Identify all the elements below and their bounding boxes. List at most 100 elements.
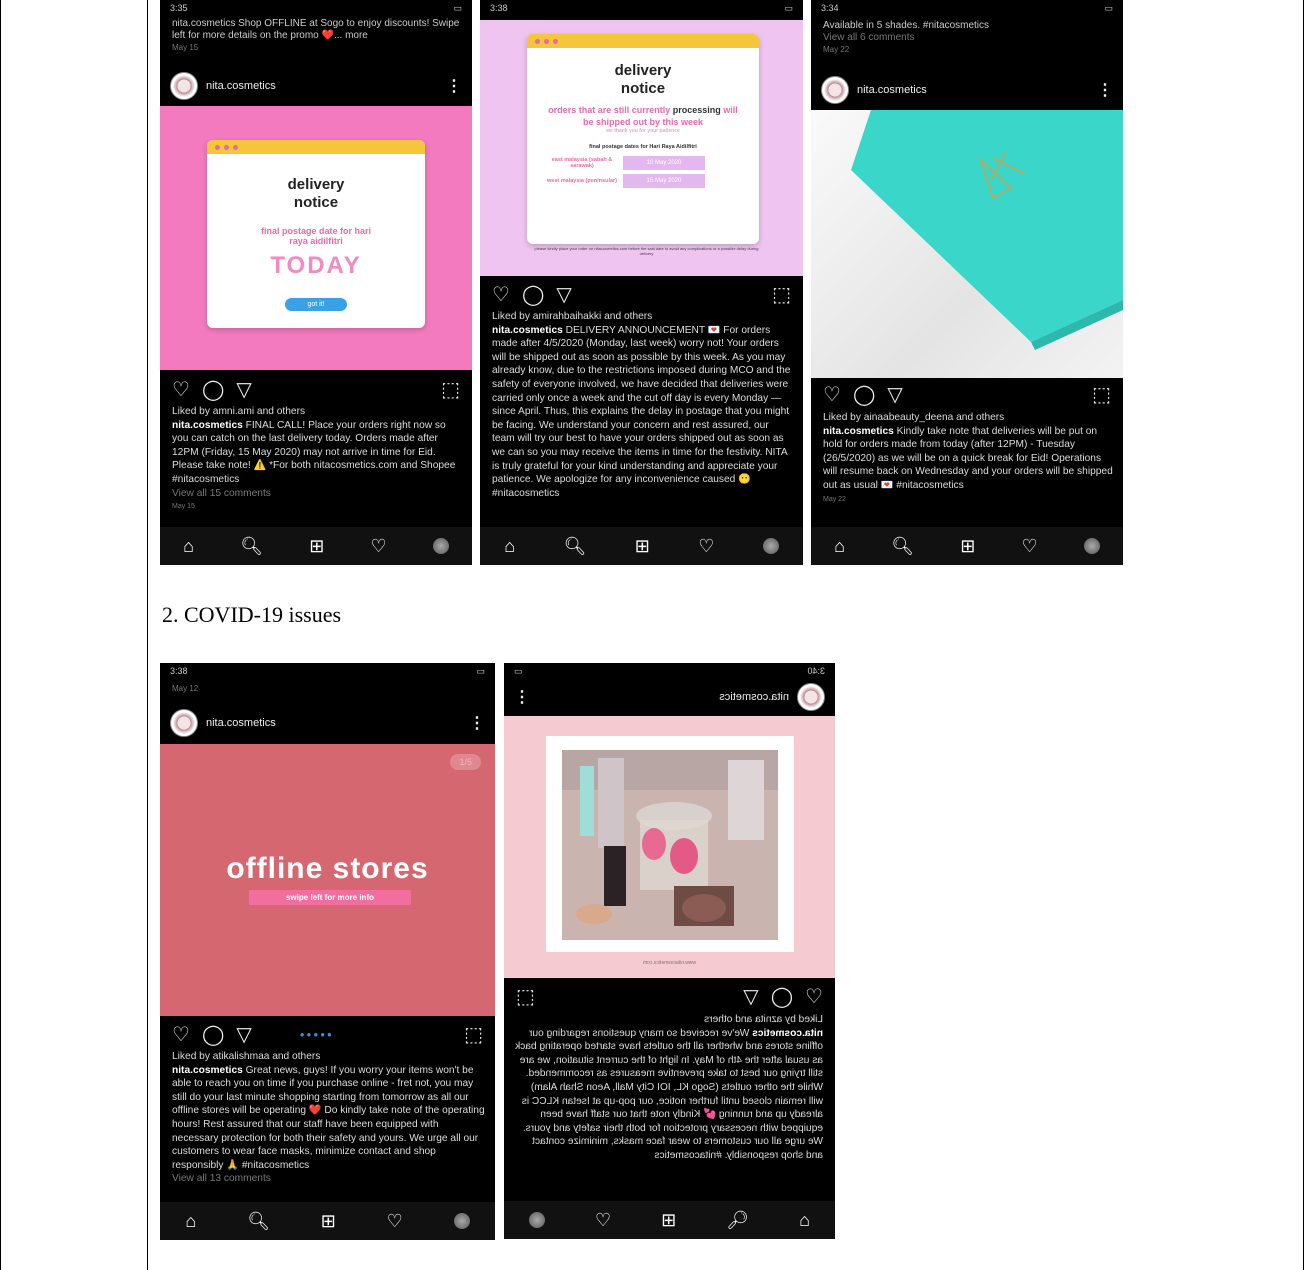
- caption-username[interactable]: nita.cosmetics: [752, 1028, 823, 1039]
- previous-comments[interactable]: View all 6 comments: [823, 32, 915, 43]
- comment-icon[interactable]: ◯: [771, 984, 793, 1009]
- send-icon[interactable]: ▽: [556, 282, 571, 307]
- avatar[interactable]: [821, 76, 849, 104]
- liked-by: Liked by atikalishmaa and others: [172, 1051, 321, 1062]
- status-time: 3:40: [807, 666, 825, 676]
- post-actions: ♡ ◯ ▽ ●●●●● ⬚: [160, 1021, 495, 1047]
- add-icon[interactable]: ⊞: [960, 536, 975, 557]
- view-comments[interactable]: View all 15 comments: [172, 487, 462, 501]
- username[interactable]: nita.cosmetics: [206, 80, 446, 92]
- west-label: west malaysia (peninsular): [547, 178, 617, 184]
- got-it-button[interactable]: got it!: [285, 298, 347, 311]
- caption-text: Great news, guys! If you worry your item…: [172, 1064, 485, 1171]
- screenshot-post-3: 3:34 ▭ Available in 5 shades. #nitacosmet…: [811, 0, 1123, 565]
- status-time: 3:38: [490, 3, 508, 13]
- bookmark-icon[interactable]: ⬚: [516, 984, 535, 1009]
- bookmark-icon[interactable]: ⬚: [772, 282, 791, 307]
- send-icon[interactable]: ▽: [743, 984, 758, 1009]
- more-options-icon[interactable]: ⋮: [1097, 80, 1113, 100]
- caption-username[interactable]: nita.cosmetics: [172, 420, 243, 431]
- add-icon[interactable]: ⊞: [635, 536, 650, 557]
- bookmark-icon[interactable]: ⬚: [441, 377, 460, 402]
- post-caption: Liked by aznita and others nita.cosmetic…: [514, 1013, 823, 1163]
- heart-icon[interactable]: ♡: [805, 984, 823, 1009]
- avatar[interactable]: [170, 709, 198, 737]
- east-label: east malaysia (sabah & sarawak): [551, 157, 613, 169]
- add-icon[interactable]: ⊞: [661, 1210, 676, 1231]
- profile-avatar[interactable]: [1083, 538, 1100, 554]
- home-icon[interactable]: ⌂: [799, 1210, 810, 1231]
- bottom-nav: ⌂ 🔍︎ ⊞ ♡: [160, 1202, 495, 1240]
- caption-text: DELIVERY ANNOUNCEMENT 💌 For orders made …: [492, 324, 791, 499]
- username[interactable]: nita.cosmetics: [857, 84, 1097, 96]
- heart-icon[interactable]: ♡: [492, 282, 510, 307]
- card-message: orders that are still currently processi…: [543, 104, 743, 128]
- send-icon[interactable]: ▽: [236, 1022, 251, 1047]
- activity-heart-icon[interactable]: ♡: [371, 536, 387, 557]
- post-header: nita.cosmetics ⋮: [160, 705, 495, 741]
- liked-by: Liked by amni.ami and others: [172, 406, 306, 417]
- add-icon[interactable]: ⊞: [321, 1211, 336, 1232]
- table-border-left: [0, 0, 1, 1270]
- heart-icon[interactable]: ♡: [172, 377, 190, 402]
- username[interactable]: nita.cosmetics: [530, 691, 789, 703]
- more-options-icon[interactable]: ⋮: [446, 76, 462, 96]
- bottom-nav: ⌂ 🔍︎ ⊞ ♡: [504, 1201, 835, 1239]
- activity-heart-icon[interactable]: ♡: [595, 1210, 611, 1231]
- comment-icon[interactable]: ◯: [522, 282, 544, 307]
- table-border-right: [1303, 0, 1304, 1270]
- profile-avatar[interactable]: [762, 538, 779, 554]
- profile-avatar[interactable]: [453, 1213, 470, 1229]
- post-caption: Liked by atikalishmaa and others nita.co…: [172, 1050, 485, 1186]
- battery-icon: ▭: [514, 666, 523, 676]
- view-comments[interactable]: View all 13 comments: [172, 1172, 485, 1186]
- search-icon[interactable]: 🔍︎: [563, 536, 586, 557]
- screenshot-post-1: 3:35 ▭ nita.cosmetics Shop OFFLINE at Sog…: [160, 0, 472, 565]
- send-icon[interactable]: ▽: [887, 382, 902, 407]
- avatar[interactable]: [797, 683, 825, 711]
- search-icon[interactable]: 🔍︎: [247, 1211, 270, 1232]
- bookmark-icon[interactable]: ⬚: [464, 1022, 483, 1047]
- offline-stores-title: offline stores: [226, 852, 429, 885]
- bottom-nav: ⌂ 🔍︎ ⊞ ♡: [160, 527, 472, 565]
- caption-username[interactable]: nita.cosmetics: [172, 1065, 243, 1076]
- comment-icon[interactable]: ◯: [202, 377, 224, 402]
- delivery-notice-card: delivery notice final postage date for h…: [207, 140, 425, 328]
- comment-icon[interactable]: ◯: [853, 382, 875, 407]
- west-date: 15 May 2020: [623, 174, 705, 188]
- add-icon[interactable]: ⊞: [309, 536, 324, 557]
- search-icon[interactable]: 🔍︎: [891, 536, 914, 557]
- home-icon[interactable]: ⌂: [504, 536, 515, 557]
- east-row: east malaysia (sabah & sarawak) 10 May 2…: [547, 156, 739, 170]
- screenshot-post-2: 3:38 ▭ delivery notice orders that are st…: [480, 0, 803, 565]
- more-options-icon[interactable]: ⋮: [514, 687, 530, 707]
- username[interactable]: nita.cosmetics: [206, 717, 469, 729]
- post-image: www.nitacosmetics.com: [504, 716, 835, 978]
- search-icon[interactable]: 🔍︎: [240, 536, 263, 557]
- activity-heart-icon[interactable]: ♡: [387, 1211, 403, 1232]
- card-footnote: please kindly place your order on nitaco…: [534, 246, 759, 256]
- home-icon[interactable]: ⌂: [834, 536, 845, 557]
- home-icon[interactable]: ⌂: [183, 536, 194, 557]
- heart-icon[interactable]: ♡: [172, 1022, 190, 1047]
- home-icon[interactable]: ⌂: [185, 1211, 196, 1232]
- liked-by: Liked by amirahbaihakki and others: [492, 311, 653, 322]
- more-options-icon[interactable]: ⋮: [469, 713, 485, 733]
- screenshot-post-5-mirrored: 3:40 ▭ nita.cosmetics ⋮ www.nitacosmetic…: [504, 663, 835, 1239]
- comment-icon[interactable]: ◯: [202, 1022, 224, 1047]
- caption-username[interactable]: nita.cosmetics: [823, 426, 894, 437]
- caption-username[interactable]: nita.cosmetics: [492, 325, 563, 336]
- bookmark-icon[interactable]: ⬚: [1092, 382, 1111, 407]
- caption-text: We've received so many questions regardi…: [515, 1027, 823, 1161]
- heart-icon[interactable]: ♡: [823, 382, 841, 407]
- profile-avatar[interactable]: [529, 1212, 546, 1228]
- card-top-bar: [527, 34, 759, 48]
- profile-avatar[interactable]: [432, 538, 449, 554]
- search-icon[interactable]: 🔍︎: [726, 1210, 749, 1231]
- avatar[interactable]: [170, 72, 198, 100]
- east-date: 10 May 2020: [623, 156, 705, 170]
- activity-heart-icon[interactable]: ♡: [698, 536, 714, 557]
- activity-heart-icon[interactable]: ♡: [1022, 536, 1038, 557]
- send-icon[interactable]: ▽: [236, 377, 251, 402]
- post-caption: Liked by ainaabeauty_deena and others ni…: [823, 411, 1113, 506]
